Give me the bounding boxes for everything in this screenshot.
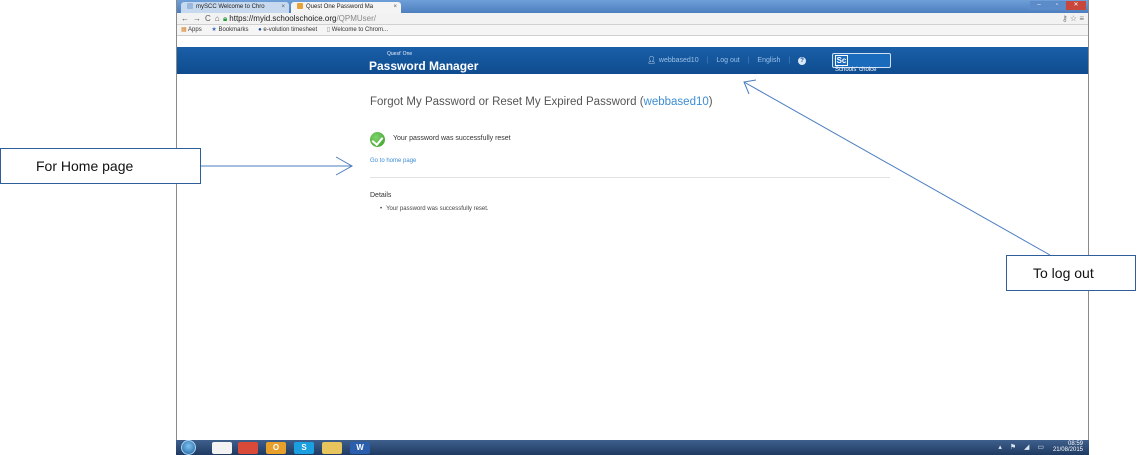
logout-callout: To log out — [1006, 255, 1136, 291]
language-selector[interactable]: English — [757, 57, 780, 64]
url-path: /QPMUser/ — [336, 14, 376, 23]
tab-label: mySCC Welcome to Chro — [196, 4, 265, 10]
bookmark-label: Bookmarks — [218, 27, 249, 33]
close-window-button[interactable]: ✕ — [1066, 1, 1086, 10]
nav-controls: ←→C⌂ — [181, 13, 224, 25]
tab-label: Quest One Password Ma — [306, 4, 374, 10]
browser-window: mySCC Welcome to Chro × Quest One Passwo… — [176, 0, 1089, 440]
brand-name: Password Manager — [369, 59, 479, 73]
explorer-icon[interactable] — [212, 442, 232, 454]
callout-text: For Home page — [36, 158, 134, 174]
start-button[interactable] — [181, 440, 196, 455]
minimize-button[interactable]: – — [1030, 1, 1048, 10]
username-link[interactable]: webbased10 — [659, 57, 699, 64]
maximize-button[interactable]: ▫ — [1048, 1, 1066, 10]
help-icon[interactable]: ? — [798, 57, 807, 65]
star-icon: ★ — [211, 27, 217, 33]
key-icon[interactable]: ⚷ — [1062, 14, 1068, 23]
main-content: Forgot My Password or Reset My Expired P… — [370, 94, 890, 212]
clock[interactable]: 08:59 21/08/2015 — [1053, 441, 1083, 453]
bookmark-star-icon[interactable]: ☆ — [1070, 14, 1077, 23]
logout-link[interactable]: Log out — [716, 57, 739, 64]
details-item: Your password was successfully reset. — [380, 206, 890, 212]
user-icon: 👤︎ — [647, 57, 656, 64]
page-icon: ▯ — [326, 27, 331, 33]
bookmark-welcome[interactable]: ▯ Welcome to Chrom... — [327, 27, 388, 33]
bookmark-apps[interactable]: ▦ Apps — [181, 27, 202, 33]
header-nav: 👤︎ webbased10 | Log out | English | ? — [647, 56, 807, 66]
chrome-icon[interactable] — [238, 442, 258, 454]
outlook-icon[interactable]: O — [266, 442, 286, 454]
title-username: webbased10 — [643, 96, 709, 108]
tab-close-icon[interactable]: × — [281, 2, 285, 13]
address-bar: ←→C⌂ 🔒︎ https://myid.schoolschoice.org/QP… — [177, 13, 1088, 25]
home-page-link[interactable]: Go to home page — [370, 158, 890, 164]
clock-date: 21/08/2015 — [1052, 447, 1083, 453]
bookmark-label: Apps — [188, 27, 202, 33]
browser-titlebar: mySCC Welcome to Chro × Quest One Passwo… — [177, 0, 1088, 13]
bookmarks-bar: ▦ Apps ★ Bookmarks ● e-volution timeshee… — [177, 25, 1088, 36]
bookmark-timesheet[interactable]: ● e-volution timesheet — [258, 27, 317, 33]
details-heading: Details — [370, 192, 392, 199]
title-paren-close: ) — [708, 96, 713, 108]
schools-choice-logo: ScSchools' choice — [832, 53, 891, 73]
logo-mark: Sc — [835, 55, 848, 66]
quest-favicon-icon — [297, 3, 303, 9]
brand-super: Quest' One — [387, 51, 413, 57]
nav-separator: | — [747, 57, 750, 64]
logo-text: Schools' choice — [835, 67, 877, 73]
page-title: Forgot My Password or Reset My Expired P… — [370, 94, 890, 110]
success-row: Your password was successfully reset — [370, 132, 890, 148]
page-favicon-icon — [187, 3, 193, 9]
screenshot-stage: mySCC Welcome to Chro × Quest One Passwo… — [0, 0, 1138, 455]
lock-icon: 🔒︎ — [223, 14, 228, 23]
app-header: Quest' One Password Manager 👤︎ webbased10… — [177, 47, 1088, 74]
address-actions: ⚷ ☆ ≡ — [1062, 13, 1084, 25]
url-field[interactable]: 🔒︎ https://myid.schoolschoice.org/QPMUser… — [223, 14, 1062, 24]
checkmark-icon — [370, 132, 385, 147]
windows-taskbar: O S W ▴ ⚑ ◢ ▭ 08:59 21/08/2015 — [176, 440, 1089, 455]
reload-icon[interactable]: C — [205, 14, 215, 23]
word-icon[interactable]: W — [350, 442, 370, 454]
back-icon[interactable]: ← — [181, 14, 193, 23]
forward-icon[interactable]: → — [193, 14, 205, 23]
skype-icon[interactable]: S — [294, 442, 314, 454]
tab-password-manager[interactable]: Quest One Password Ma × — [291, 2, 401, 13]
folder-icon[interactable] — [322, 442, 342, 454]
tab-myscc[interactable]: mySCC Welcome to Chro × — [181, 2, 289, 13]
divider — [370, 177, 890, 178]
home-page-callout: For Home page — [0, 148, 201, 184]
nav-separator: | — [788, 57, 791, 64]
system-tray-icons[interactable]: ▴ ⚑ ◢ ▭ — [998, 443, 1047, 451]
title-text: Forgot My Password or Reset My Expired P… — [370, 96, 637, 108]
title-paren-open: ( — [636, 96, 644, 108]
details-list: Your password was successfully reset. — [370, 206, 890, 212]
bookmark-label: e-volution timesheet — [263, 27, 318, 33]
brand-logo[interactable]: Quest' One Password Manager — [369, 51, 478, 75]
nav-separator: | — [706, 57, 709, 64]
callout-text: To log out — [1033, 265, 1094, 281]
apps-icon: ▦ — [181, 27, 187, 33]
bookmark-bookmarks[interactable]: ★ Bookmarks — [211, 27, 248, 33]
globe-icon: ● — [258, 27, 262, 33]
menu-icon[interactable]: ≡ — [1079, 14, 1084, 23]
url-host: https://myid.schoolschoice.org — [229, 14, 337, 23]
success-message: Your password was successfully reset — [393, 135, 511, 142]
tab-close-icon[interactable]: × — [393, 2, 397, 13]
bookmark-label: Welcome to Chrom... — [331, 27, 389, 33]
